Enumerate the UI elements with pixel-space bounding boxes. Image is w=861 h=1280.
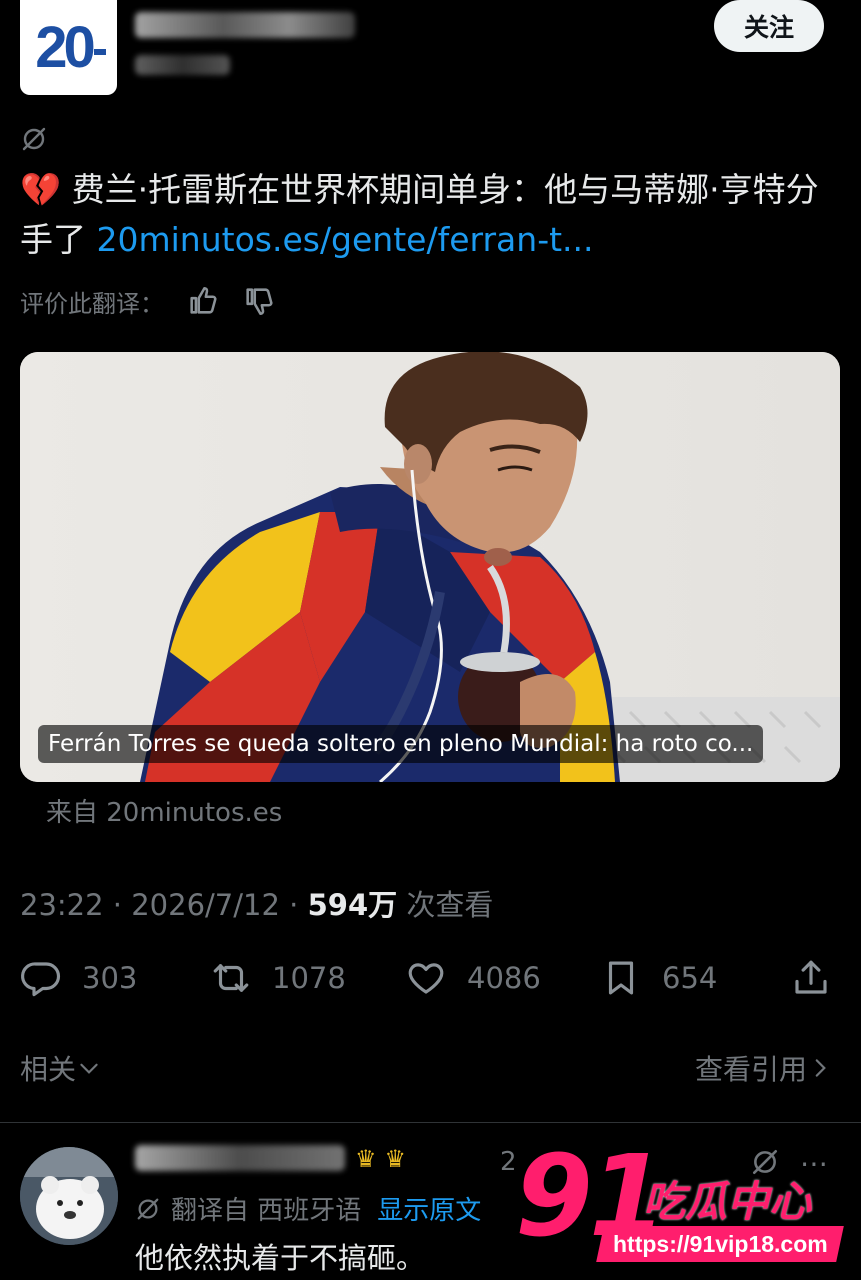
view-quotes-label: 查看引用 bbox=[694, 1053, 807, 1086]
divider bbox=[0, 1122, 861, 1123]
share-icon bbox=[795, 960, 827, 994]
account-handle-redacted bbox=[135, 55, 235, 79]
view-count: 594万 bbox=[307, 888, 398, 922]
reply-author-redacted[interactable]: ♛♛ bbox=[135, 1145, 495, 1175]
watermark-logo: 91 吃瓜中心 https://91vip18.com bbox=[515, 1132, 845, 1270]
heart-icon bbox=[408, 963, 444, 994]
reply-avatar[interactable] bbox=[20, 1147, 118, 1245]
media-caption: Ferrán Torres se queda soltero en pleno … bbox=[38, 725, 764, 763]
action-bar: 303 1078 4086 654 bbox=[20, 952, 840, 1004]
related-toggle[interactable]: 相关 bbox=[20, 1048, 102, 1088]
post-text: 💔 费兰·托雷斯在世界杯期间单身：他与马蒂娜·亨特分手了 20minutos.e… bbox=[20, 165, 840, 265]
crown-badges: ♛♛ bbox=[355, 1145, 415, 1173]
view-quotes-link[interactable]: 查看引用 bbox=[695, 1048, 833, 1088]
chevron-down-icon bbox=[80, 1063, 98, 1074]
thumbs-down-icon[interactable] bbox=[242, 284, 276, 318]
post-time: 23:22 bbox=[20, 888, 104, 922]
watermark-text: 吃瓜中心 bbox=[643, 1177, 812, 1226]
link-source[interactable]: 来自 20minutos.es bbox=[46, 792, 282, 829]
repost-icon bbox=[213, 964, 249, 992]
article-photo bbox=[20, 352, 840, 782]
polar-bear-avatar-image bbox=[20, 1147, 118, 1245]
broken-heart-emoji: 💔 bbox=[20, 170, 62, 209]
repost-action[interactable]: 1078 bbox=[210, 952, 346, 1004]
reply-count: 303 bbox=[82, 961, 138, 995]
chevron-right-icon bbox=[815, 1059, 826, 1077]
logo-text: 20 bbox=[35, 14, 106, 81]
translated-from: 翻译自 西班牙语 bbox=[171, 1196, 362, 1226]
views-label: 次查看 bbox=[406, 888, 494, 922]
bookmark-action[interactable]: 654 bbox=[600, 952, 717, 1004]
link-preview-card[interactable]: Ferrán Torres se queda soltero en pleno … bbox=[20, 352, 840, 782]
follow-button[interactable]: 关注 bbox=[714, 0, 824, 52]
account-name-redacted[interactable] bbox=[135, 12, 385, 42]
account-avatar[interactable]: 20 bbox=[20, 0, 117, 95]
bookmark-icon bbox=[608, 961, 634, 995]
show-original-link[interactable]: 显示原文 bbox=[377, 1190, 481, 1227]
post-date: 2026/7/12 bbox=[131, 888, 280, 922]
reply-icon bbox=[21, 962, 61, 997]
rate-translation-label: 评价此翻译： bbox=[20, 289, 164, 318]
translate-off-icon bbox=[22, 127, 46, 151]
share-action[interactable] bbox=[790, 952, 832, 1004]
translation-note: 翻译自 西班牙语 显示原文 bbox=[135, 1190, 481, 1227]
thumbs-up-icon[interactable] bbox=[186, 284, 220, 318]
watermark-url: https://91vip18.com bbox=[596, 1226, 844, 1262]
like-count: 4086 bbox=[467, 961, 541, 995]
post-meta: 23:22 · 2026/7/12 · 594万 次查看 bbox=[20, 888, 494, 922]
related-label: 相关 bbox=[20, 1053, 77, 1086]
repost-count: 1078 bbox=[272, 961, 346, 995]
bookmark-count: 654 bbox=[662, 961, 718, 995]
rate-translation: 评价此翻译： bbox=[20, 283, 276, 319]
reply-text: 他依然执着于不搞砸。 bbox=[135, 1241, 426, 1275]
reply-action[interactable]: 303 bbox=[20, 952, 137, 1004]
like-action[interactable]: 4086 bbox=[405, 952, 541, 1004]
post-link[interactable]: 20minutos.es/gente/ferran-t... bbox=[97, 220, 594, 259]
translate-off-icon bbox=[137, 1198, 159, 1219]
